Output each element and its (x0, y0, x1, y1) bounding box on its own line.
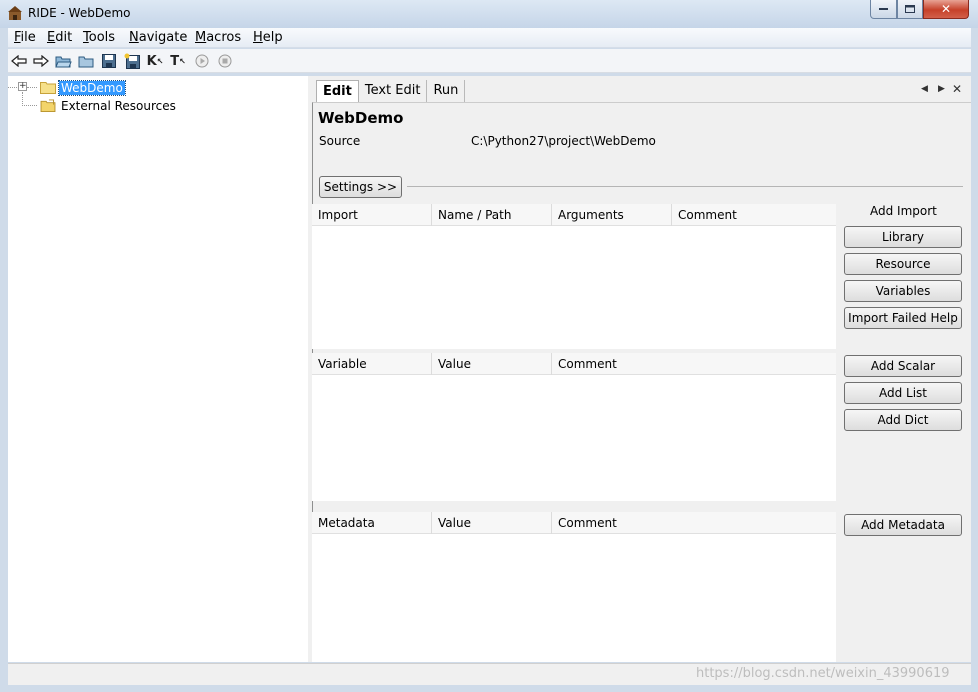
tree-item-external-resources[interactable]: External Resources (40, 97, 178, 114)
save-button[interactable] (100, 52, 118, 70)
search-keywords-icon: K (146, 53, 157, 69)
close-icon: ✕ (940, 2, 952, 16)
col-variable: Variable (312, 353, 432, 375)
minimize-button[interactable] (870, 0, 897, 19)
menu-file[interactable]: File (14, 30, 36, 45)
menu-help[interactable]: Help (253, 30, 283, 45)
col-comment: Comment (558, 357, 617, 371)
arrow-left-icon (11, 55, 27, 67)
window-title: RIDE - WebDemo (28, 6, 131, 20)
suite-title: WebDemo (318, 109, 404, 127)
run-button[interactable] (193, 52, 211, 70)
col-metadata: Metadata (312, 512, 432, 534)
toolbar: K ↖ T ↖ (8, 49, 971, 73)
col-value: Value (432, 353, 552, 375)
menu-tools[interactable]: Tools (83, 30, 115, 45)
tab-run[interactable]: Run (427, 80, 466, 102)
col-comment: Comment (678, 208, 737, 222)
import-table-header: Import Name / Path Arguments Comment (312, 204, 836, 226)
col-name-path: Name / Path (432, 204, 552, 226)
add-variables-button[interactable]: Variables (844, 280, 962, 302)
test-suite-tree: + WebDemo External Resources (8, 76, 308, 662)
editor-tabs: Edit Text Edit Run (316, 80, 466, 103)
variable-table-header: Variable Value Comment (312, 353, 836, 375)
menu-bar: File Edit Tools Navigate Macros Help (8, 28, 971, 48)
search-tests-button[interactable]: T ↖ (169, 52, 187, 70)
source-label: Source (319, 134, 361, 148)
menu-edit[interactable]: Edit (47, 30, 72, 45)
tree-item-label: WebDemo (58, 79, 126, 96)
import-failed-help-button[interactable]: Import Failed Help (844, 307, 962, 329)
tab-text-edit[interactable]: Text Edit (359, 80, 428, 102)
import-table[interactable]: Import Name / Path Arguments Comment (312, 204, 836, 349)
col-import: Import (312, 204, 432, 226)
forward-button[interactable] (32, 52, 50, 70)
add-import-label: Add Import (870, 204, 937, 218)
source-path: C:\Python27\project\WebDemo (471, 134, 656, 148)
add-metadata-button[interactable]: Add Metadata (844, 514, 962, 536)
close-window-button[interactable]: ✕ (923, 0, 969, 19)
stop-icon (218, 54, 232, 68)
add-list-button[interactable]: Add List (844, 382, 962, 404)
search-tests-icon: T (170, 53, 180, 69)
open-folder-icon (54, 56, 72, 68)
save-icon (102, 54, 116, 68)
save-all-button[interactable] (123, 52, 141, 70)
search-keywords-button[interactable]: K ↖ (146, 52, 164, 70)
variable-table[interactable]: Variable Value Comment (312, 353, 836, 501)
metadata-table[interactable]: Metadata Value Comment (312, 512, 836, 662)
add-library-button[interactable]: Library (844, 226, 962, 248)
menu-navigate[interactable]: Navigate (129, 30, 187, 45)
metadata-table-header: Metadata Value Comment (312, 512, 836, 534)
add-dict-button[interactable]: Add Dict (844, 409, 962, 431)
open-directory-button[interactable] (77, 52, 95, 70)
external-resources-folder-icon (40, 99, 56, 112)
folder-icon (78, 56, 93, 68)
editor-panel: Edit Text Edit Run ◀ ▶ ✕ WebDemo Source … (312, 76, 971, 662)
arrow-right-icon (33, 55, 49, 67)
folder-icon (40, 82, 56, 94)
maximize-button[interactable] (897, 0, 923, 19)
back-button[interactable] (10, 52, 28, 70)
settings-toggle-button[interactable]: Settings >> (319, 176, 402, 198)
open-test-suite-button[interactable] (54, 52, 72, 70)
col-arguments: Arguments (552, 204, 672, 226)
minimize-icon (879, 8, 888, 10)
tab-close-icon[interactable]: ✕ (952, 82, 962, 96)
add-resource-button[interactable]: Resource (844, 253, 962, 275)
play-icon (195, 54, 209, 68)
tab-scroll-right-icon[interactable]: ▶ (938, 84, 945, 94)
menu-macros[interactable]: Macros (195, 30, 241, 45)
add-scalar-button[interactable]: Add Scalar (844, 355, 962, 377)
watermark-text: https://blog.csdn.net/weixin_43990619 (696, 666, 950, 681)
tree-item-webdemo[interactable]: WebDemo (40, 79, 126, 96)
title-bar: RIDE - WebDemo ✕ (0, 0, 978, 28)
col-value: Value (432, 512, 552, 534)
stop-button[interactable] (216, 52, 234, 70)
ride-app-icon (8, 6, 22, 20)
tree-item-label: External Resources (61, 98, 176, 113)
save-all-icon (124, 53, 140, 69)
settings-divider (407, 186, 963, 187)
tree-expand-toggle[interactable]: + (18, 82, 27, 91)
maximize-icon (905, 5, 915, 13)
tab-scroll-left-icon[interactable]: ◀ (921, 84, 928, 94)
tab-edit[interactable]: Edit (316, 80, 359, 103)
col-comment: Comment (558, 516, 617, 530)
